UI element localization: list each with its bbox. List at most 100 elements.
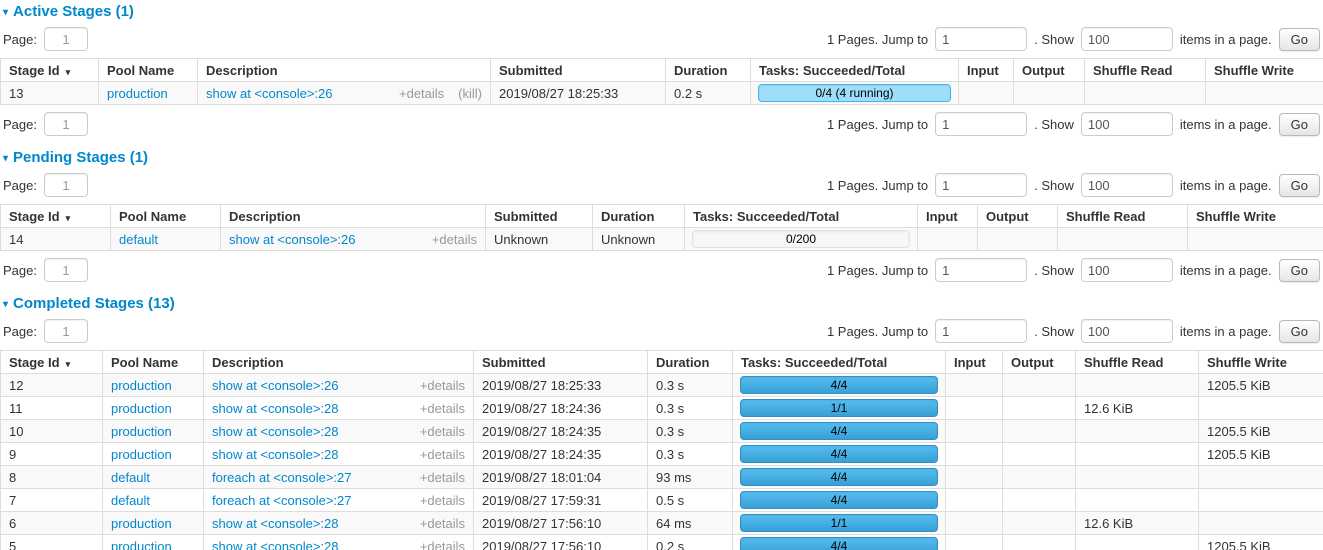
page-input[interactable]	[44, 319, 88, 343]
details-toggle[interactable]: +details	[432, 232, 477, 247]
shuffle-read-cell: 12.6 KiB	[1076, 512, 1199, 535]
pool-name-link[interactable]: default	[119, 232, 158, 247]
column-header-input[interactable]: Input	[918, 205, 978, 228]
column-header-duration[interactable]: Duration	[593, 205, 685, 228]
submitted-cell: 2019/08/27 18:24:36	[474, 397, 648, 420]
description-link[interactable]: show at <console>:28	[212, 516, 338, 531]
details-toggle[interactable]: +details	[420, 378, 465, 393]
column-header-stage-id[interactable]: Stage Id▾	[1, 59, 99, 82]
submitted-cell: 2019/08/27 18:25:33	[491, 82, 666, 105]
jump-to-page-input[interactable]	[935, 319, 1027, 343]
column-header-submitted[interactable]: Submitted	[474, 351, 648, 374]
column-header-label: Description	[229, 209, 301, 224]
pool-name-link[interactable]: production	[111, 424, 172, 439]
section-header[interactable]: ▾Active Stages (1)	[3, 3, 1323, 20]
description-link[interactable]: show at <console>:28	[212, 424, 338, 439]
column-header-pool-name[interactable]: Pool Name	[103, 351, 204, 374]
column-header-output[interactable]: Output	[1003, 351, 1076, 374]
go-button[interactable]: Go	[1279, 320, 1320, 343]
duration-cell: 0.2 s	[666, 82, 751, 105]
section-header[interactable]: ▾Pending Stages (1)	[3, 149, 1323, 166]
jump-to-page-input[interactable]	[935, 258, 1027, 282]
submitted-cell: 2019/08/27 18:25:33	[474, 374, 648, 397]
stages-section-pending-stages-1: ▾Pending Stages (1)Page:1 Pages. Jump to…	[0, 149, 1323, 282]
column-header-description[interactable]: Description	[198, 59, 491, 82]
column-header-description[interactable]: Description	[204, 351, 474, 374]
column-header-tasks-succeeded-total[interactable]: Tasks: Succeeded/Total	[751, 59, 959, 82]
description-actions: +details	[420, 378, 465, 393]
pool-name-link[interactable]: production	[111, 401, 172, 416]
description-link[interactable]: foreach at <console>:27	[212, 493, 352, 508]
show-items-input[interactable]	[1081, 112, 1173, 136]
column-header-description[interactable]: Description	[221, 205, 486, 228]
page-input[interactable]	[44, 112, 88, 136]
column-header-label: Description	[212, 355, 284, 370]
details-toggle[interactable]: +details	[420, 470, 465, 485]
pool-name-link[interactable]: production	[111, 539, 172, 550]
go-button[interactable]: Go	[1279, 259, 1320, 282]
pool-name-link[interactable]: production	[107, 86, 168, 101]
stage-id-cell: 8	[1, 466, 103, 489]
show-items-input[interactable]	[1081, 319, 1173, 343]
jump-to-page-input[interactable]	[935, 173, 1027, 197]
section-header[interactable]: ▾Completed Stages (13)	[3, 295, 1323, 312]
description-link[interactable]: show at <console>:28	[212, 447, 338, 462]
go-button[interactable]: Go	[1279, 113, 1320, 136]
column-header-input[interactable]: Input	[959, 59, 1014, 82]
details-toggle[interactable]: +details	[420, 493, 465, 508]
column-header-shuffle-write[interactable]: Shuffle Write	[1206, 59, 1323, 82]
details-toggle[interactable]: +details	[399, 86, 444, 101]
go-button[interactable]: Go	[1279, 174, 1320, 197]
column-header-input[interactable]: Input	[946, 351, 1003, 374]
submitted-cell: 2019/08/27 17:56:10	[474, 512, 648, 535]
details-toggle[interactable]: +details	[420, 516, 465, 531]
details-toggle[interactable]: +details	[420, 447, 465, 462]
column-header-stage-id[interactable]: Stage Id▾	[1, 205, 111, 228]
details-toggle[interactable]: +details	[420, 401, 465, 416]
page-label: Page:	[3, 178, 37, 193]
pool-name-link[interactable]: production	[111, 516, 172, 531]
go-button[interactable]: Go	[1279, 28, 1320, 51]
tasks-progress-bar: 4/4	[740, 491, 938, 509]
description-link[interactable]: show at <console>:28	[212, 539, 338, 550]
description-link[interactable]: show at <console>:26	[229, 232, 355, 247]
column-header-submitted[interactable]: Submitted	[491, 59, 666, 82]
description-link[interactable]: foreach at <console>:27	[212, 470, 352, 485]
section-title-text: Completed Stages (13)	[13, 295, 175, 312]
column-header-output[interactable]: Output	[1014, 59, 1085, 82]
column-header-tasks-succeeded-total[interactable]: Tasks: Succeeded/Total	[685, 205, 918, 228]
tasks-cell: 4/4	[733, 466, 946, 489]
column-header-stage-id[interactable]: Stage Id▾	[1, 351, 103, 374]
column-header-shuffle-write[interactable]: Shuffle Write	[1199, 351, 1323, 374]
column-header-output[interactable]: Output	[978, 205, 1058, 228]
column-header-pool-name[interactable]: Pool Name	[111, 205, 221, 228]
page-input[interactable]	[44, 173, 88, 197]
details-toggle[interactable]: +details	[420, 539, 465, 550]
jump-to-page-input[interactable]	[935, 27, 1027, 51]
description-link[interactable]: show at <console>:26	[206, 86, 332, 101]
jump-to-page-input[interactable]	[935, 112, 1027, 136]
column-header-tasks-succeeded-total[interactable]: Tasks: Succeeded/Total	[733, 351, 946, 374]
column-header-submitted[interactable]: Submitted	[486, 205, 593, 228]
description-link[interactable]: show at <console>:26	[212, 378, 338, 393]
pool-name-link[interactable]: production	[111, 447, 172, 462]
column-header-duration[interactable]: Duration	[648, 351, 733, 374]
column-header-shuffle-read[interactable]: Shuffle Read	[1058, 205, 1188, 228]
column-header-shuffle-read[interactable]: Shuffle Read	[1085, 59, 1206, 82]
description-link[interactable]: show at <console>:28	[212, 401, 338, 416]
column-header-duration[interactable]: Duration	[666, 59, 751, 82]
submitted-cell: 2019/08/27 18:24:35	[474, 420, 648, 443]
show-items-input[interactable]	[1081, 27, 1173, 51]
column-header-shuffle-read[interactable]: Shuffle Read	[1076, 351, 1199, 374]
column-header-shuffle-write[interactable]: Shuffle Write	[1188, 205, 1323, 228]
pool-name-link[interactable]: default	[111, 470, 150, 485]
show-items-input[interactable]	[1081, 258, 1173, 282]
pool-name-link[interactable]: default	[111, 493, 150, 508]
page-input[interactable]	[44, 258, 88, 282]
show-items-input[interactable]	[1081, 173, 1173, 197]
column-header-pool-name[interactable]: Pool Name	[99, 59, 198, 82]
kill-link[interactable]: (kill)	[458, 86, 482, 101]
details-toggle[interactable]: +details	[420, 424, 465, 439]
pool-name-link[interactable]: production	[111, 378, 172, 393]
page-input[interactable]	[44, 27, 88, 51]
